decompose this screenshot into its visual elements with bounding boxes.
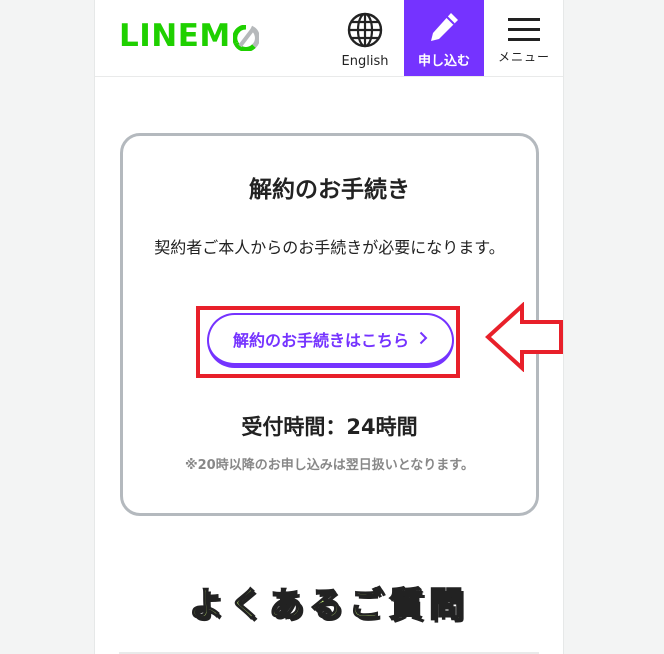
faq-heading: よくあるご質問 — [188, 584, 469, 626]
hamburger-icon — [508, 18, 540, 48]
logo-text: LINEM — [119, 18, 231, 54]
cancellation-procedure-button[interactable]: 解約のお手続きはこちら — [207, 313, 454, 368]
reception-hours: 受付時間：24時間 — [241, 415, 418, 439]
logo-o-mark-icon — [232, 23, 260, 52]
reception-note: ※20時以降のお申し込みは翌日扱いとなります。 — [184, 458, 475, 473]
cta-label: 解約のお手続きはこちら — [232, 331, 409, 350]
pencil-icon — [431, 13, 458, 41]
english-label: English — [341, 54, 389, 69]
english-nav-button[interactable]: English — [333, 0, 397, 76]
globe-icon — [347, 12, 383, 48]
menu-nav-button[interactable]: メニュー — [489, 0, 559, 76]
linemo-logo[interactable]: LINEM — [119, 18, 260, 54]
apply-nav-button[interactable]: 申し込む — [404, 0, 484, 76]
apply-label: 申し込む — [417, 54, 470, 69]
site-header: LINEM English 申し込む メニュー — [95, 0, 563, 77]
chevron-right-icon — [419, 330, 428, 349]
left-arrow-icon — [485, 302, 563, 372]
card-title: 解約のお手続き — [249, 177, 410, 203]
menu-label: メニュー — [497, 50, 550, 64]
cancellation-card: 解約のお手続き 契約者ご本人からのお手続きが必要になります。 解約のお手続きはこ… — [120, 133, 539, 516]
card-description: 契約者ご本人からのお手続きが必要になります。 — [154, 238, 505, 257]
